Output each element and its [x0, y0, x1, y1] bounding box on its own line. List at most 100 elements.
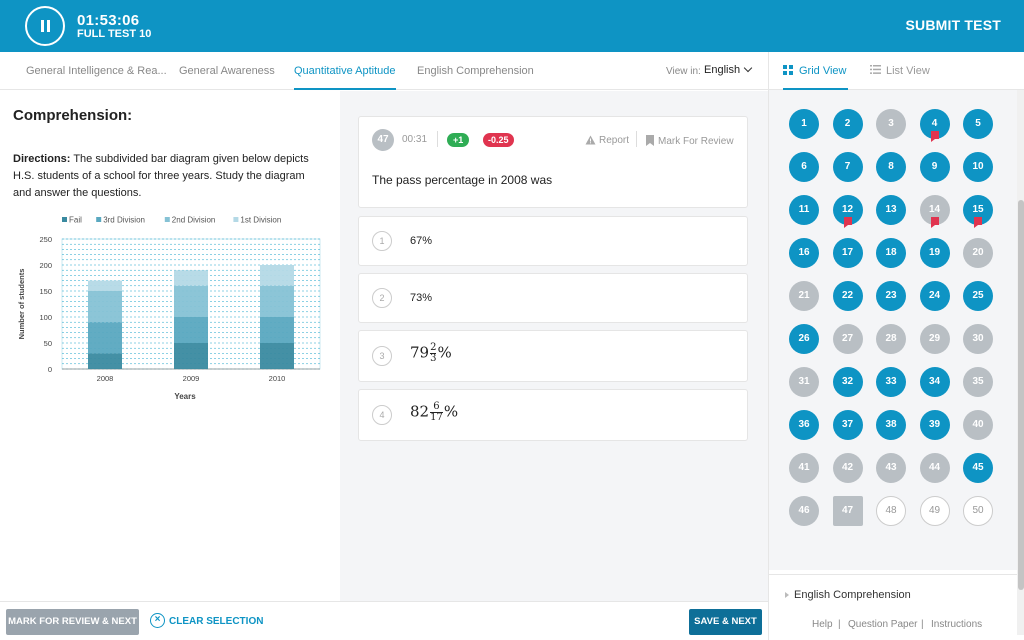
question-bubble-50[interactable]: 50 — [963, 496, 993, 526]
question-bubble-42[interactable]: 42 — [832, 453, 863, 483]
tab-general-intelligence[interactable]: General Intelligence & Rea... — [26, 65, 167, 77]
question-bubble-20[interactable]: 20 — [963, 238, 993, 268]
question-paper-link[interactable]: Question Paper — [848, 619, 918, 630]
bookmark-icon — [930, 131, 939, 142]
question-bubble-29[interactable]: 29 — [919, 324, 950, 354]
bar-chart: Fail 3rd Division 2nd Division 1st Division… — [17, 216, 321, 401]
question-bubble-5[interactable]: 5 — [963, 109, 993, 139]
save-next-button[interactable]: SAVE & NEXT — [689, 609, 762, 635]
question-bubble-9[interactable]: 9 — [919, 152, 950, 182]
tab-english-comprehension[interactable]: English Comprehension — [417, 65, 534, 77]
mark-for-review-button[interactable]: Mark For Review — [646, 133, 734, 147]
question-bubble-37[interactable]: 37 — [832, 410, 863, 440]
bar-segment — [260, 265, 294, 286]
y-tick-label: 0 — [48, 365, 52, 374]
question-bubble-33[interactable]: 33 — [876, 367, 906, 397]
divider — [437, 131, 438, 147]
section-english-comprehension[interactable]: English Comprehension — [769, 574, 1017, 614]
question-bubble-17[interactable]: 17 — [832, 238, 863, 268]
tab-list-view[interactable]: List View — [870, 65, 930, 77]
bottom-action-bar: MARK FOR REVIEW & NEXT × CLEAR SELECTION … — [0, 601, 768, 640]
question-bubble-26[interactable]: 26 — [789, 324, 819, 354]
question-bubble-10[interactable]: 10 — [963, 152, 993, 182]
question-bubble-44[interactable]: 44 — [919, 453, 950, 483]
top-bar: 01:53:06 FULL TEST 10 SUBMIT TEST — [0, 0, 1024, 52]
legend-label: Fail — [69, 216, 82, 225]
question-bubble-6[interactable]: 6 — [789, 152, 819, 182]
y-tick-label: 250 — [39, 235, 52, 244]
warning-icon — [585, 135, 596, 145]
question-bubble-1[interactable]: 1 — [789, 109, 819, 139]
tab-general-awareness[interactable]: General Awareness — [179, 65, 275, 77]
question-bubble-15[interactable]: 15 — [963, 195, 993, 228]
question-bubble-24[interactable]: 24 — [919, 281, 950, 311]
question-bubble-36[interactable]: 36 — [789, 410, 819, 440]
option-1[interactable]: 1 67% — [358, 216, 748, 266]
question-bubble-27[interactable]: 27 — [832, 324, 863, 354]
timer: 01:53:06 — [77, 12, 140, 29]
question-bubble-12[interactable]: 12 — [832, 195, 863, 228]
question-bubble-25[interactable]: 25 — [963, 281, 993, 311]
bar-segment — [88, 291, 122, 323]
question-bubble-11[interactable]: 11 — [789, 195, 819, 225]
report-button[interactable]: Report — [585, 133, 629, 146]
question-bubble-22[interactable]: 22 — [832, 281, 863, 311]
scrollbar-thumb[interactable] — [1018, 200, 1024, 590]
question-bubble-21[interactable]: 21 — [789, 281, 819, 311]
question-bubble-49[interactable]: 49 — [919, 496, 950, 526]
mark-for-review-next-button[interactable]: MARK FOR REVIEW & NEXT — [6, 609, 139, 635]
question-bubble-34[interactable]: 34 — [919, 367, 950, 397]
question-bubble-13[interactable]: 13 — [876, 195, 906, 225]
bar-segment — [174, 317, 208, 343]
question-bubble-46[interactable]: 46 — [789, 496, 819, 526]
question-bubble-45[interactable]: 45 — [963, 453, 993, 483]
question-bubble-30[interactable]: 30 — [963, 324, 993, 354]
help-link[interactable]: Help — [812, 619, 833, 630]
question-card: 47 00:31 +1 -0.25 Report Mark For Review… — [358, 116, 748, 208]
question-number: 47 — [372, 129, 394, 151]
question-bubble-35[interactable]: 35 — [963, 367, 993, 397]
question-bubble-41[interactable]: 41 — [789, 453, 819, 483]
bookmark-icon — [974, 217, 982, 228]
question-bubble-28[interactable]: 28 — [876, 324, 906, 354]
option-text: 79 2 3% — [410, 343, 452, 364]
option-2[interactable]: 2 73% — [358, 273, 748, 323]
instructions-link[interactable]: Instructions — [931, 619, 982, 630]
question-bubble-2[interactable]: 2 — [832, 109, 863, 139]
question-bubble-47[interactable]: 47 — [832, 496, 863, 526]
question-bubble-39[interactable]: 39 — [919, 410, 950, 440]
language-value: English — [704, 64, 741, 76]
question-bubble-14[interactable]: 14 — [919, 195, 950, 228]
question-palette-pane: Grid View List View 17 3 30 4 1234567891… — [768, 52, 1024, 640]
tab-quantitative-aptitude[interactable]: Quantitative Aptitude — [294, 65, 396, 90]
fraction: 6 17 — [430, 402, 443, 423]
test-name: FULL TEST 10 — [77, 28, 152, 40]
question-bubble-18[interactable]: 18 — [876, 238, 906, 268]
option-4[interactable]: 4 82 6 17% — [358, 389, 748, 441]
option-3[interactable]: 3 79 2 3% — [358, 330, 748, 382]
question-bubble-38[interactable]: 38 — [876, 410, 906, 440]
question-bubble-3[interactable]: 3 — [876, 109, 906, 139]
question-bubble-48[interactable]: 48 — [876, 496, 906, 526]
fraction-denominator: 3 — [430, 353, 437, 364]
question-bubble-31[interactable]: 31 — [789, 367, 819, 397]
question-bubble-4[interactable]: 4 — [919, 109, 950, 142]
question-bubble-32[interactable]: 32 — [832, 367, 863, 397]
question-bubble-23[interactable]: 23 — [876, 281, 906, 311]
question-grid: 17 3 30 4 123456789101112131415161718192… — [769, 90, 1017, 592]
question-bubble-40[interactable]: 40 — [963, 410, 993, 440]
question-bubble-7[interactable]: 7 — [832, 152, 863, 182]
tab-grid-view[interactable]: Grid View — [782, 65, 849, 90]
question-bubble-43[interactable]: 43 — [876, 453, 906, 483]
question-bubble-16[interactable]: 16 — [789, 238, 819, 268]
grid-view-label: Grid View — [799, 65, 847, 77]
question-bubble-8[interactable]: 8 — [876, 152, 906, 182]
bar-segment — [174, 343, 208, 369]
language-select[interactable]: English — [704, 63, 753, 76]
x-tick-label: 2008 — [97, 374, 114, 383]
scrollbar[interactable] — [1017, 90, 1024, 635]
pause-button[interactable] — [25, 6, 65, 46]
clear-selection-button[interactable]: × CLEAR SELECTION — [150, 613, 263, 629]
submit-test-button[interactable]: SUBMIT TEST — [905, 17, 1001, 33]
question-bubble-19[interactable]: 19 — [919, 238, 950, 268]
